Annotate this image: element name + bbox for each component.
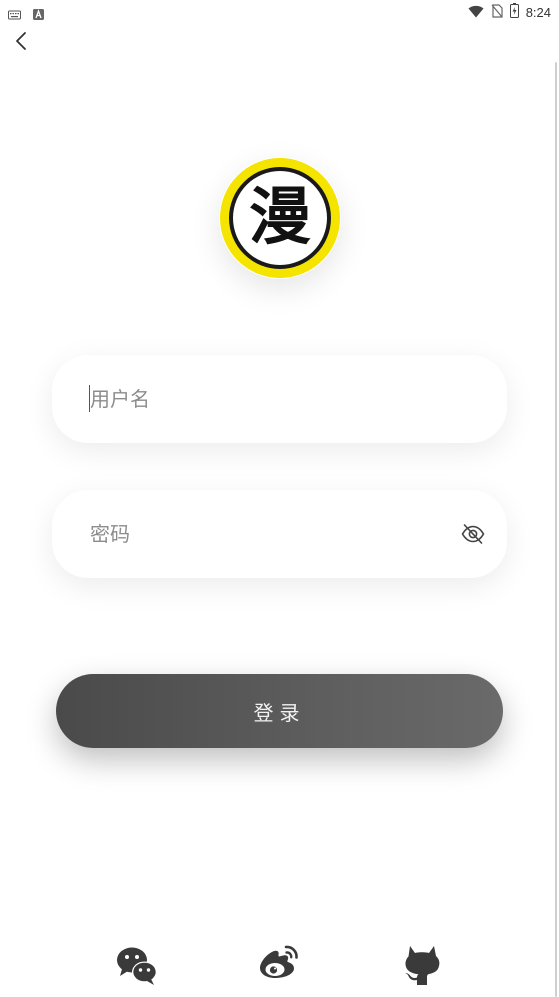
password-card: [52, 490, 507, 578]
github-icon: [401, 946, 443, 990]
status-bar-left: [8, 5, 44, 24]
login-button-label: 登录: [253, 700, 306, 725]
weibo-icon: [258, 945, 300, 990]
username-input[interactable]: [90, 355, 420, 443]
login-button[interactable]: 登录: [56, 674, 503, 748]
password-visibility-toggle[interactable]: [461, 523, 485, 545]
github-login-button[interactable]: [401, 942, 443, 986]
battery-icon: [509, 3, 519, 22]
scrollbar[interactable]: [555, 62, 557, 997]
weibo-login-button[interactable]: [258, 942, 300, 986]
wechat-login-button[interactable]: [116, 942, 158, 986]
wechat-icon: [116, 947, 158, 990]
no-sim-icon: [491, 3, 503, 22]
back-button[interactable]: [8, 30, 34, 56]
status-time: 8:24: [525, 5, 551, 20]
status-bar-right: 8:24: [468, 3, 551, 22]
login-screen: 8:24 漫 用户名 登录: [0, 0, 559, 997]
logo-character: 漫: [249, 180, 311, 253]
chevron-left-icon: [15, 31, 27, 55]
app-logo: 漫: [219, 157, 341, 279]
wifi-icon: [468, 3, 484, 22]
eye-off-icon: [461, 524, 485, 549]
status-bar: 8:24: [0, 0, 559, 24]
a-notification-icon: [33, 5, 44, 24]
password-input[interactable]: [90, 490, 420, 578]
keyboard-icon: [8, 5, 21, 24]
username-card: [52, 355, 507, 443]
